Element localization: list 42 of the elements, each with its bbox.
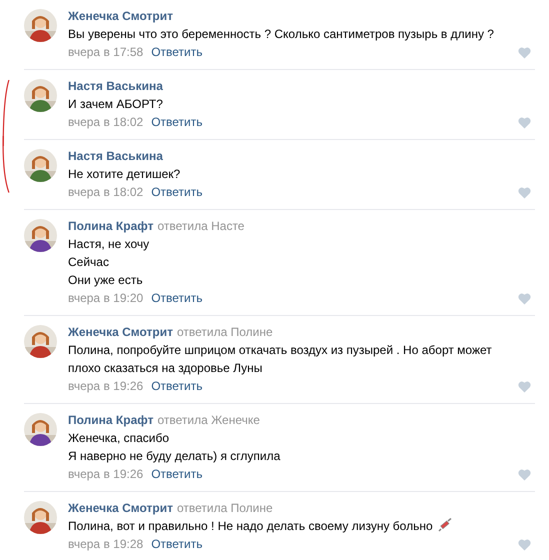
reply-link[interactable]: Ответить — [151, 465, 202, 483]
comment-time: вчера в 19:26 — [68, 466, 144, 483]
comment-time: вчера в 18:02 — [68, 184, 144, 201]
author-name[interactable]: Женечка Смотрит — [68, 323, 173, 341]
comment-time: вчера в 18:02 — [68, 114, 144, 131]
reply-link[interactable]: Ответить — [151, 113, 202, 131]
comment-time: вчера в 19:28 — [68, 536, 144, 553]
reply-link[interactable]: Ответить — [151, 289, 202, 307]
comment-time: вчера в 17:58 — [68, 44, 144, 61]
like-icon[interactable] — [518, 381, 531, 393]
comment-text: Женечка, спасибо — [68, 430, 170, 447]
comment-text: Вы уверены что это беременность ? Сколько сантиметров пузырь в длину ? — [68, 26, 495, 43]
like-icon[interactable] — [518, 187, 531, 199]
author-name[interactable]: Настя Васькина — [68, 147, 163, 165]
author-name[interactable]: Полина Крафт — [68, 217, 154, 235]
author-name[interactable]: Полина Крафт — [68, 411, 154, 429]
comment-time: вчера в 19:26 — [68, 378, 144, 395]
like-icon[interactable] — [518, 293, 531, 305]
author-name[interactable]: Женечка Смотрит — [68, 7, 173, 25]
replied-to-text: ответила Насте — [157, 218, 244, 235]
comment-text: Не хотите детишек? — [68, 166, 182, 183]
comment-text: Я наверно не буду делать) я сглупила — [68, 448, 282, 465]
like-icon[interactable] — [518, 47, 531, 59]
comment-text: Полина, вот и правильно ! Не надо делать своему лизуну больно — [68, 517, 535, 535]
comment-text: Они уже есть — [68, 272, 144, 289]
replied-to-text: ответила Полине — [177, 324, 273, 341]
reply-link[interactable]: Ответить — [151, 535, 202, 553]
comment-text: Полина, попробуйте шприцом откачать воздух из пузырей . Но аборт может плохо сказаться на здоровье Луны — [68, 342, 493, 377]
like-icon[interactable] — [518, 469, 531, 481]
comment-text: И зачем АБОРТ? — [68, 96, 164, 113]
reply-link[interactable]: Ответить — [151, 43, 202, 61]
comment-time: вчера в 19:20 — [68, 290, 144, 307]
author-name[interactable]: Настя Васькина — [68, 77, 163, 95]
reply-link[interactable]: Ответить — [151, 183, 202, 201]
comment-text: Настя, не хочу — [68, 236, 150, 253]
like-icon[interactable] — [518, 539, 531, 551]
reply-link[interactable]: Ответить — [151, 377, 202, 395]
replied-to-text: ответила Женечке — [157, 412, 260, 429]
author-name[interactable]: Женечка Смотрит — [68, 499, 173, 517]
like-icon[interactable] — [518, 117, 531, 129]
comment-text: Сейчас — [68, 254, 110, 271]
replied-to-text: ответила Полине — [177, 500, 273, 517]
